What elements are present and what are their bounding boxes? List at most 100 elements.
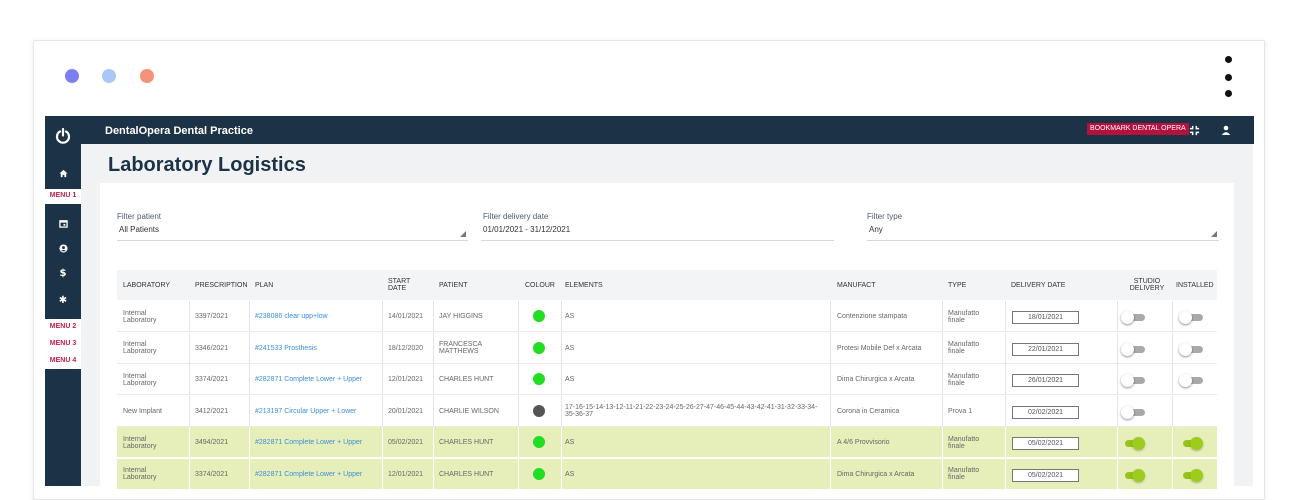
filter-type-select[interactable]: Any (867, 224, 1219, 241)
delivery-date-input[interactable]: 26/01/2021 (1012, 374, 1079, 387)
column-divider (189, 427, 190, 458)
table-row[interactable]: Internal Laboratory 3374/2021 #282871 Com… (117, 458, 1217, 490)
table-row[interactable]: Internal Laboratory 3397/2021 #238086 cle… (117, 301, 1217, 332)
power-icon[interactable] (45, 124, 81, 148)
installed-toggle[interactable] (1179, 311, 1205, 324)
th-start-date[interactable]: START DATE (388, 270, 410, 300)
cell-laboratory-line2: Laboratory (123, 348, 157, 355)
th-prescription[interactable]: PRESCRIPTION (195, 270, 248, 300)
th-installed[interactable]: INSTALLED (1176, 270, 1214, 300)
studio-delivery-toggle[interactable] (1121, 405, 1147, 419)
filter-patient-select[interactable]: All Patients (117, 224, 468, 241)
home-icon[interactable] (45, 164, 81, 182)
column-divider (189, 301, 190, 332)
th-manufact[interactable]: MANUFACT (837, 270, 876, 300)
column-divider (1172, 332, 1173, 364)
cell-elements: 17-16-15-14-13-12-11-21-22-23-24-25-26-2… (565, 396, 820, 427)
cell-patient-line1: FRANCESCA (439, 341, 483, 348)
column-divider (189, 458, 190, 490)
cell-start-date: 05/02/2021 (388, 439, 424, 446)
studio-delivery-toggle[interactable] (1121, 437, 1147, 450)
dollar-icon[interactable]: $ (45, 264, 81, 282)
table-row[interactable]: Internal Laboratory 3374/2021 #282871 Com… (117, 364, 1217, 395)
colour-dot (533, 404, 545, 417)
column-divider (1005, 427, 1006, 458)
installed-toggle[interactable] (1179, 374, 1205, 387)
th-elements[interactable]: ELEMENTS (565, 270, 603, 300)
user-circle-icon[interactable] (45, 239, 81, 257)
window-dot-orange[interactable] (140, 69, 154, 83)
sidebar-item-menu2[interactable]: MENU 2 (45, 323, 81, 330)
delivery-date-input[interactable]: 02/02/2021 (1012, 405, 1079, 419)
cell-type: Manufatto finale (948, 301, 979, 332)
shrink-icon[interactable] (1186, 122, 1202, 138)
column-divider (382, 458, 383, 490)
table-row[interactable]: Internal Laboratory 3494/2021 #282871 Com… (117, 427, 1217, 458)
sidebar-item-menu4[interactable]: MENU 4 (45, 357, 81, 364)
cell-plan-link[interactable]: #282871 Complete Lower + Upper (255, 364, 362, 395)
cell-type: Manufatto finale (948, 364, 979, 395)
filter-date-label: Filter delivery date (483, 212, 549, 221)
column-divider (433, 427, 434, 458)
table-row[interactable]: New Implant 3412/2021 #213197 Circular Up… (117, 395, 1217, 427)
column-divider (189, 364, 190, 395)
column-divider (249, 301, 250, 332)
column-divider (1172, 364, 1173, 395)
th-plan[interactable]: PLAN (255, 270, 273, 300)
column-divider (1117, 427, 1118, 458)
calendar-icon[interactable] (45, 214, 81, 232)
installed-toggle[interactable] (1179, 342, 1205, 356)
cell-elements-line1: AS (565, 439, 575, 446)
studio-delivery-toggle[interactable] (1121, 468, 1147, 482)
th-laboratory[interactable]: LABORATORY (123, 270, 170, 300)
installed-toggle[interactable] (1179, 468, 1205, 482)
cell-prescription: 3346/2021 (195, 344, 229, 352)
sidebar: MENU 1 $ ✱ MENU 2 MENU 3 MENU 4 (45, 116, 81, 486)
filter-date-input[interactable]: 01/01/2021 - 31/12/2021 (481, 224, 834, 241)
cell-elements-line1: AS (565, 376, 575, 383)
cell-plan-link[interactable]: #238086 clear upp+low (255, 301, 328, 332)
user-icon[interactable] (1218, 122, 1234, 138)
cell-laboratory: Internal Laboratory (123, 364, 156, 395)
table-row[interactable]: Internal Laboratory 3346/2021 #241533 Pro… (117, 332, 1217, 364)
studio-delivery-toggle[interactable] (1121, 311, 1147, 324)
column-divider (518, 301, 519, 332)
studio-delivery-toggle[interactable] (1121, 342, 1147, 356)
studio-delivery-toggle[interactable] (1121, 374, 1147, 387)
column-divider (561, 364, 562, 395)
cell-patient-line1: CHARLES HUNT (439, 470, 494, 478)
th-type[interactable]: TYPE (948, 270, 966, 300)
cell-plan-link[interactable]: #282871 Complete Lower + Upper (255, 427, 362, 458)
filter-date-value: 01/01/2021 - 31/12/2021 (483, 225, 571, 234)
delivery-date-input[interactable]: 22/01/2021 (1012, 342, 1079, 356)
column-divider (1117, 364, 1118, 395)
th-patient[interactable]: PATIENT (439, 270, 468, 300)
sidebar-item-menu3[interactable]: MENU 3 (45, 340, 81, 347)
installed-toggle[interactable] (1179, 437, 1205, 450)
th-colour[interactable]: COLOUR (525, 270, 555, 300)
sidebar-item-menu1[interactable]: MENU 1 (45, 192, 81, 199)
cell-manufact: Corona in Ceramica (837, 407, 900, 415)
bookmark-button[interactable]: BOOKMARK DENTAL OPERA (1087, 123, 1189, 135)
cell-plan-link[interactable]: #241533 Prosthesis (255, 333, 317, 364)
cell-plan-link[interactable]: #282871 Complete Lower + Upper (255, 459, 362, 490)
gear-icon[interactable]: ✱ (45, 291, 81, 309)
kebab-menu-icon[interactable] (1225, 56, 1233, 100)
column-divider (518, 458, 519, 490)
delivery-date-input[interactable]: 05/02/2021 (1012, 468, 1079, 482)
main-content: Laboratory Logistics Filter patient All … (81, 144, 1253, 493)
cell-patient: CHARLES HUNT (439, 459, 493, 490)
delivery-date-input[interactable]: 18/01/2021 (1012, 311, 1079, 324)
column-divider (433, 301, 434, 332)
th-studio-delivery[interactable]: STUDIO DELIVERY (1122, 270, 1172, 300)
th-studio-delivery-line1: STUDIO (1133, 278, 1161, 285)
cell-plan-link[interactable]: #213197 Circular Upper + Lower (255, 396, 356, 427)
column-divider (1005, 364, 1006, 395)
filter-patient-value: All Patients (119, 225, 160, 234)
delivery-date-input[interactable]: 05/02/2021 (1012, 437, 1079, 450)
column-divider (942, 427, 943, 458)
window-dot-blue[interactable] (65, 69, 79, 83)
window-dot-lightblue[interactable] (102, 69, 116, 83)
th-delivery-date[interactable]: DELIVERY DATE (1011, 270, 1065, 300)
cell-prescription: 3397/2021 (195, 313, 229, 320)
